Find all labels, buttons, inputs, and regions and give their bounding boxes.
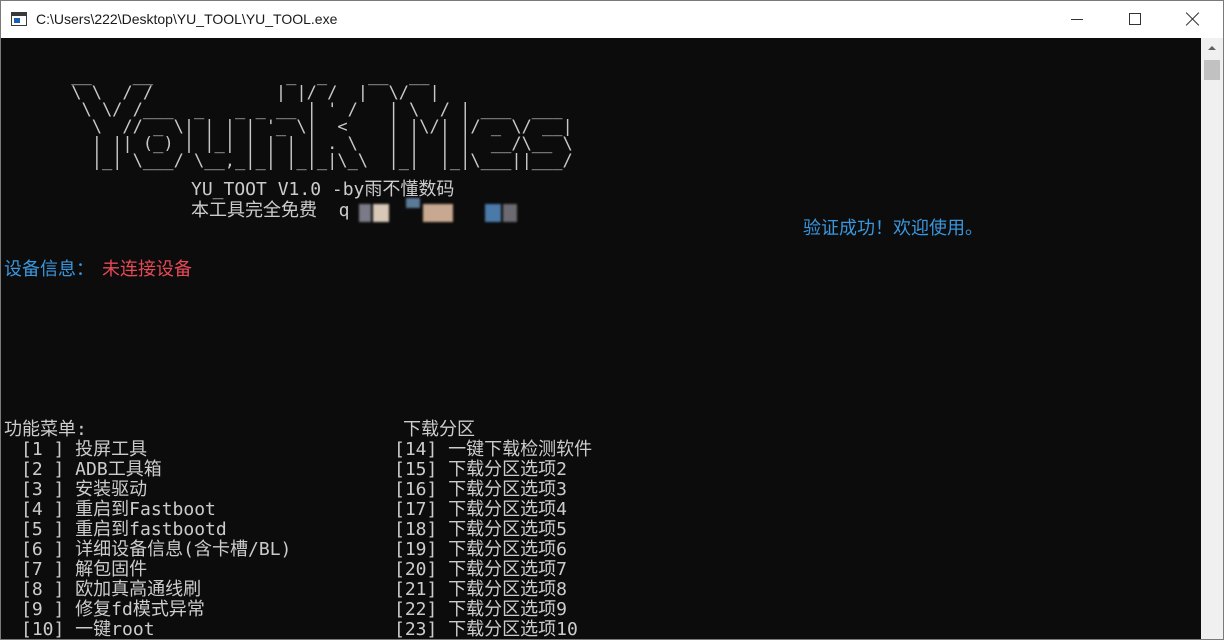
partition-item: [22] 下载分区选项9	[394, 599, 568, 620]
free-note-line: 本工具完全免费 q	[191, 200, 350, 221]
console-window: C:\Users\222\Desktop\YU_TOOL\YU_TOOL.exe…	[0, 0, 1224, 640]
partition-item: [20] 下载分区选项7	[394, 559, 568, 580]
menu-item: [9 ] 修复fd模式异常	[21, 599, 205, 620]
console-app-icon[interactable]	[11, 12, 27, 26]
redacted-block	[485, 204, 501, 222]
redacted-block	[373, 204, 389, 222]
menu-item: [7 ] 解包固件	[21, 559, 148, 580]
ascii-logo: __ __ _ _ __ __ \ \ / / | |/ / | \/ | \ …	[71, 66, 573, 171]
partition-item: [15] 下载分区选项2	[394, 459, 568, 480]
menu-item: [10] 一键root	[21, 619, 155, 640]
title-bar[interactable]: C:\Users\222\Desktop\YU_TOOL\YU_TOOL.exe	[1, 1, 1223, 38]
menu-item: [8 ] 欧加真高通线刷	[21, 579, 202, 600]
window-title: C:\Users\222\Desktop\YU_TOOL\YU_TOOL.exe	[36, 11, 338, 27]
menu-item: [2 ] ADB工具箱	[21, 459, 162, 480]
partition-item: [17] 下载分区选项4	[394, 499, 568, 520]
maximize-icon	[1129, 13, 1141, 25]
vertical-scrollbar[interactable]	[1201, 38, 1223, 639]
partition-item: [21] 下载分区选项8	[394, 579, 568, 600]
menu-item: [6 ] 详细设备信息(含卡槽/BL)	[21, 539, 292, 560]
scroll-up-icon[interactable]	[1201, 38, 1223, 58]
partition-item: [14] 一键下载检测软件	[394, 439, 593, 460]
scroll-thumb[interactable]	[1204, 60, 1220, 80]
function-menu-title: 功能菜单:	[4, 419, 87, 440]
device-status: 未连接设备	[102, 259, 192, 280]
device-info-label: 设备信息：	[4, 259, 94, 280]
partition-item: [16] 下载分区选项3	[394, 479, 568, 500]
redacted-block	[423, 204, 453, 222]
maximize-button[interactable]	[1107, 1, 1165, 38]
menu-item: [4 ] 重启到Fastboot	[21, 499, 216, 520]
redacted-block	[359, 204, 371, 222]
close-icon	[1185, 11, 1201, 27]
redacted-block	[406, 198, 420, 208]
close-button[interactable]	[1165, 1, 1223, 38]
console-output[interactable]: __ __ _ _ __ __ \ \ / / | |/ / | \/ | \ …	[1, 38, 1201, 639]
version-line: YU_TOOT V1.0 -by雨不懂数码	[191, 179, 455, 200]
verify-success-message: 验证成功！欢迎使用。	[803, 218, 983, 239]
partition-item: [18] 下载分区选项5	[394, 519, 568, 540]
partition-item: [23] 下载分区选项10	[394, 619, 578, 640]
menu-item: [1 ] 投屏工具	[21, 439, 148, 460]
menu-item: [5 ] 重启到fastbootd	[21, 519, 227, 540]
minimize-button[interactable]	[1049, 1, 1107, 38]
partition-item: [19] 下载分区选项6	[394, 539, 568, 560]
minimize-icon	[1071, 19, 1083, 20]
redacted-block	[503, 204, 517, 222]
partition-menu-title: 下载分区	[403, 419, 475, 440]
menu-item: [3 ] 安装驱动	[21, 479, 148, 500]
